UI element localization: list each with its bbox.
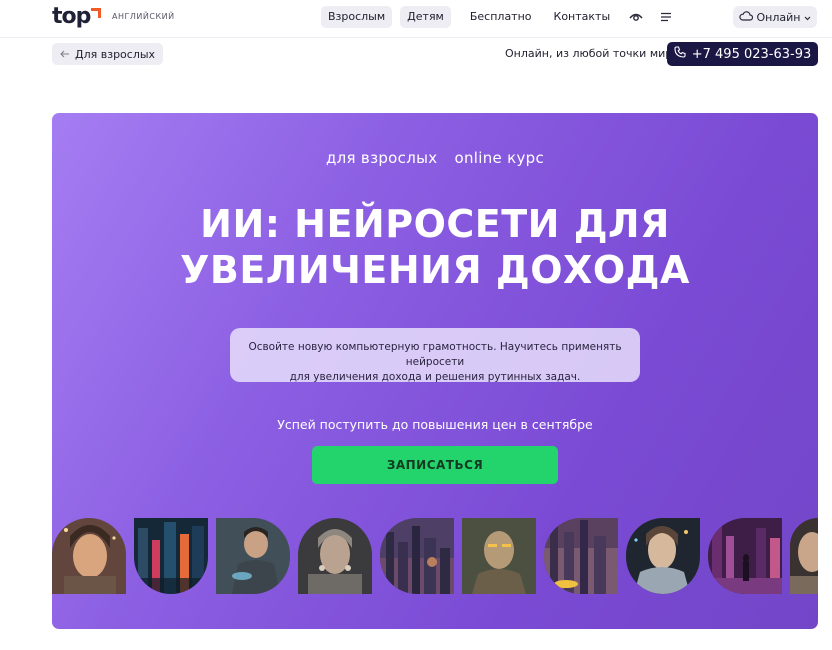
eye-icon[interactable] [625, 6, 647, 28]
gallery-image-robot-woman [626, 518, 700, 594]
gallery-image-cyborg-woman [298, 518, 372, 594]
arrow-left-icon [60, 48, 70, 61]
logo-subtitle: АНГЛИЙСКИЙ [112, 12, 175, 21]
hero-title-line-2: УВЕЛИЧЕНИЯ ДОХОДА [180, 248, 690, 292]
hero-description-line-2: для увеличения дохода и решения рутинных… [289, 371, 581, 383]
hero-title: ИИ: НЕЙРОСЕТИ ДЛЯ УВЕЛИЧЕНИЯ ДОХОДА [52, 201, 818, 293]
back-button[interactable]: Для взрослых [52, 43, 164, 65]
main-nav: Взрослым Детям Бесплатно Контакты [321, 6, 677, 28]
nav-contacts[interactable]: Контакты [547, 6, 618, 28]
online-label: Онлайн [756, 10, 801, 24]
tag-audience: для взрослых [325, 149, 438, 167]
phone-icon [674, 46, 686, 62]
nav-free[interactable]: Бесплатно [463, 6, 539, 28]
logo-corner-mark [91, 8, 102, 18]
hero-banner: для взрослых online курс ИИ: НЕЙРОСЕТИ Д… [52, 113, 818, 629]
gallery-image-city-car [544, 518, 618, 594]
ai-image-gallery [52, 518, 818, 594]
logo-word: top [52, 4, 91, 29]
gallery-image-city-sunset [380, 518, 454, 594]
tag-format: online курс [454, 149, 545, 167]
hero-description: Освойте новую компьютерную грамотность. … [230, 328, 640, 383]
phone-number: +7 495 023-63-93 [691, 46, 812, 62]
enroll-button[interactable]: ЗАПИСАТЬСЯ [312, 446, 558, 484]
phone-button[interactable]: +7 495 023-63-93 [667, 42, 818, 66]
chevron-down-icon [804, 11, 811, 24]
cloud-icon [738, 10, 753, 24]
price-deadline-text: Успей поступить до повышения цен в сентя… [277, 417, 593, 432]
gallery-image-ai-woman [52, 518, 126, 594]
hero-tagline: для взрослых online курс [52, 149, 818, 167]
site-header: top АНГЛИЙСКИЙ Взрослым Детям Бесплатно … [0, 0, 832, 38]
back-label: Для взрослых [75, 47, 156, 61]
online-anywhere-note: Онлайн, из любой точки мира [505, 47, 679, 60]
nav-adults[interactable]: Взрослым [321, 6, 393, 28]
hero-title-line-1: ИИ: НЕЙРОСЕТИ ДЛЯ [200, 202, 670, 246]
gallery-image-neon-city [134, 518, 208, 594]
logo[interactable]: top [52, 4, 102, 30]
gallery-image-android-face [462, 518, 536, 594]
hero-description-line-1: Освойте новую компьютерную грамотность. … [248, 341, 622, 368]
hamburger-icon[interactable] [655, 6, 677, 28]
online-button[interactable]: Онлайн [733, 6, 817, 28]
nav-kids[interactable]: Детям [400, 6, 451, 28]
gallery-image-man-hologram [216, 518, 290, 594]
gallery-image-neon-person [708, 518, 782, 594]
gallery-image-cyborg-partial [790, 518, 818, 594]
